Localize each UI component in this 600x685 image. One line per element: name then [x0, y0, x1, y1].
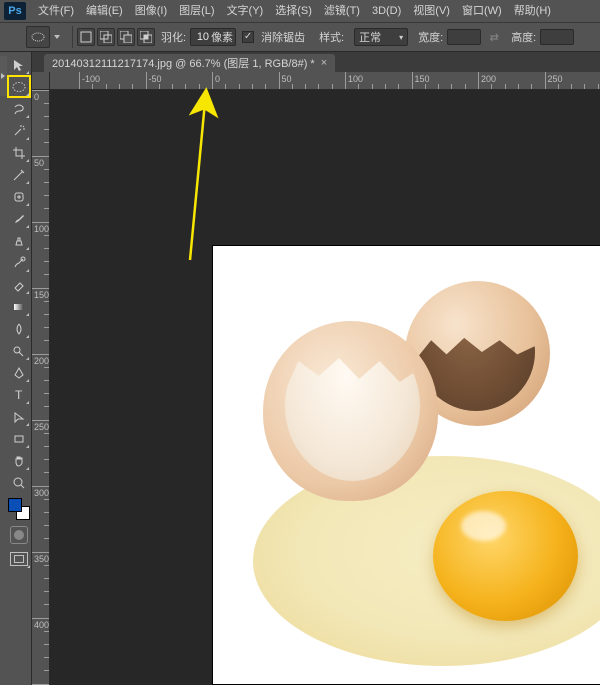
panel-left-gutter [0, 52, 7, 685]
height-label: 高度: [511, 29, 536, 45]
clone-stamp-tool[interactable] [8, 230, 30, 251]
hand-tool[interactable] [8, 450, 30, 471]
current-tool-preset[interactable] [26, 26, 50, 48]
app-area: T 20140312111217174.jpg @ 66.7% (图层 1, R… [0, 52, 600, 685]
separator [72, 26, 73, 48]
crop-tool[interactable] [8, 142, 30, 163]
gradient-tool[interactable] [8, 296, 30, 317]
color-swatches[interactable] [8, 498, 30, 520]
menu-file[interactable]: 文件(F) [32, 0, 80, 22]
brush-tool[interactable] [8, 208, 30, 229]
zoom-tool[interactable] [8, 472, 30, 493]
menu-select[interactable]: 选择(S) [269, 0, 318, 22]
selection-mode-add[interactable] [97, 28, 115, 46]
lasso-tool[interactable] [8, 98, 30, 119]
style-dropdown[interactable]: 正常 ▾ [354, 28, 408, 46]
menu-edit[interactable]: 编辑(E) [80, 0, 129, 22]
document-tab-title: 20140312111217174.jpg @ 66.7% (图层 1, RGB… [52, 55, 315, 71]
document-zone: 20140312111217174.jpg @ 66.7% (图层 1, RGB… [32, 52, 600, 685]
rectangle-shape-tool[interactable] [8, 428, 30, 449]
horizontal-ruler[interactable]: -100-50050100150200250 [32, 72, 600, 90]
feather-label: 羽化: [161, 29, 186, 45]
feather-value[interactable]: 10 [193, 31, 211, 43]
menu-bar: Ps 文件(F) 编辑(E) 图像(I) 图层(L) 文字(Y) 选择(S) 滤… [0, 0, 600, 22]
magic-wand-tool[interactable] [8, 120, 30, 141]
document-tab[interactable]: 20140312111217174.jpg @ 66.7% (图层 1, RGB… [44, 54, 335, 72]
menu-type[interactable]: 文字(Y) [221, 0, 270, 22]
selection-mode-intersect[interactable] [137, 28, 155, 46]
toolbox: T [7, 52, 32, 685]
vertical-ruler[interactable]: 050100150200250300350400450 [32, 90, 50, 685]
options-bar: 羽化: 10 像素 消除锯齿 样式: 正常 ▾ 宽度: ⇄ 高度: [0, 22, 600, 52]
healing-brush-tool[interactable] [8, 186, 30, 207]
eraser-tool[interactable] [8, 274, 30, 295]
svg-text:T: T [15, 388, 23, 402]
antialias-checkbox[interactable] [242, 31, 254, 43]
path-selection-tool[interactable] [8, 406, 30, 427]
menu-layer[interactable]: 图层(L) [173, 0, 220, 22]
style-label: 样式: [319, 29, 344, 45]
close-icon[interactable]: × [321, 57, 327, 69]
height-field[interactable] [540, 29, 574, 45]
pen-tool[interactable] [8, 362, 30, 383]
menu-window[interactable]: 窗口(W) [456, 0, 508, 22]
selection-mode-subtract[interactable] [117, 28, 135, 46]
dodge-tool[interactable] [8, 340, 30, 361]
app-logo: Ps [4, 2, 26, 20]
screen-mode-toggle[interactable] [10, 552, 28, 566]
elliptical-marquee-tool[interactable] [8, 76, 30, 97]
feather-input[interactable]: 10 像素 [190, 28, 236, 46]
tool-preset-dropdown-icon[interactable] [54, 35, 60, 39]
style-value: 正常 [359, 29, 381, 45]
history-brush-tool[interactable] [8, 252, 30, 273]
quick-mask-toggle[interactable] [10, 526, 28, 544]
width-label: 宽度: [418, 29, 443, 45]
eggshell-front-illustration [263, 321, 438, 501]
width-field[interactable] [447, 29, 481, 45]
feather-unit: 像素 [211, 29, 233, 45]
selection-mode-new[interactable] [77, 28, 95, 46]
canvas-image[interactable] [212, 245, 600, 685]
blur-tool[interactable] [8, 318, 30, 339]
menu-filter[interactable]: 滤镜(T) [318, 0, 366, 22]
menu-help[interactable]: 帮助(H) [508, 0, 557, 22]
move-tool[interactable] [8, 54, 30, 75]
menu-3d[interactable]: 3D(D) [366, 0, 407, 22]
type-tool[interactable]: T [8, 384, 30, 405]
foreground-color-swatch[interactable] [8, 498, 22, 512]
swap-dimensions-icon[interactable]: ⇄ [487, 30, 501, 44]
canvas-workspace[interactable]: 050100150200250300350400450 [32, 90, 600, 685]
antialias-label: 消除锯齿 [261, 29, 305, 45]
chevron-down-icon: ▾ [399, 33, 403, 42]
menu-view[interactable]: 视图(V) [407, 0, 456, 22]
egg-yolk-illustration [433, 491, 578, 621]
panel-expand-handle[interactable] [0, 56, 7, 96]
ruler-origin[interactable] [32, 72, 50, 90]
eyedropper-tool[interactable] [8, 164, 30, 185]
menu-image[interactable]: 图像(I) [129, 0, 173, 22]
document-tab-bar: 20140312111217174.jpg @ 66.7% (图层 1, RGB… [32, 52, 600, 72]
